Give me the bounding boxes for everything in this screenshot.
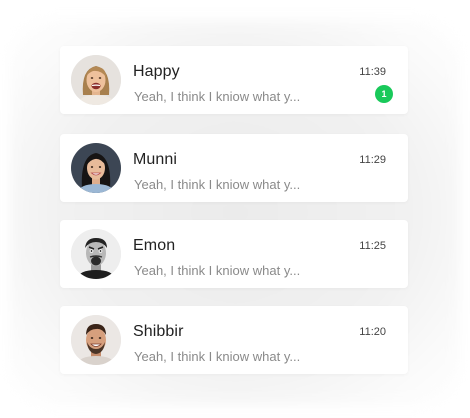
chat-list: Happy Yeah, I think I kniow what y... 11… <box>0 0 470 418</box>
message-time: 11:25 <box>359 240 386 252</box>
avatar-emon <box>71 229 121 279</box>
message-time: 11:29 <box>359 154 386 166</box>
avatar-munni <box>71 143 121 193</box>
message-time: 11:39 <box>359 66 386 78</box>
contact-name: Emon <box>133 237 176 254</box>
chat-item-happy[interactable]: Happy Yeah, I think I kniow what y... 11… <box>60 46 408 114</box>
contact-name: Munni <box>133 151 178 168</box>
message-preview: Yeah, I think I kniow what y... <box>134 349 301 364</box>
contact-name: Shibbir <box>133 323 184 340</box>
message-preview: Yeah, I think I kniow what y... <box>134 177 301 192</box>
chat-item-shibbir[interactable]: Shibbir Yeah, I think I kniow what y... … <box>60 306 408 374</box>
avatar-shibbir <box>71 315 121 365</box>
chat-item-munni[interactable]: Munni Yeah, I think I kniow what y... 11… <box>60 134 408 202</box>
message-preview: Yeah, I think I kniow what y... <box>134 263 301 278</box>
contact-name: Happy <box>133 63 180 80</box>
avatar-happy <box>71 55 121 105</box>
message-time: 11:20 <box>359 326 386 338</box>
chat-item-emon[interactable]: Emon Yeah, I think I kniow what y... 11:… <box>60 220 408 288</box>
message-preview: Yeah, I think I kniow what y... <box>134 89 301 104</box>
unread-badge: 1 <box>375 85 393 103</box>
